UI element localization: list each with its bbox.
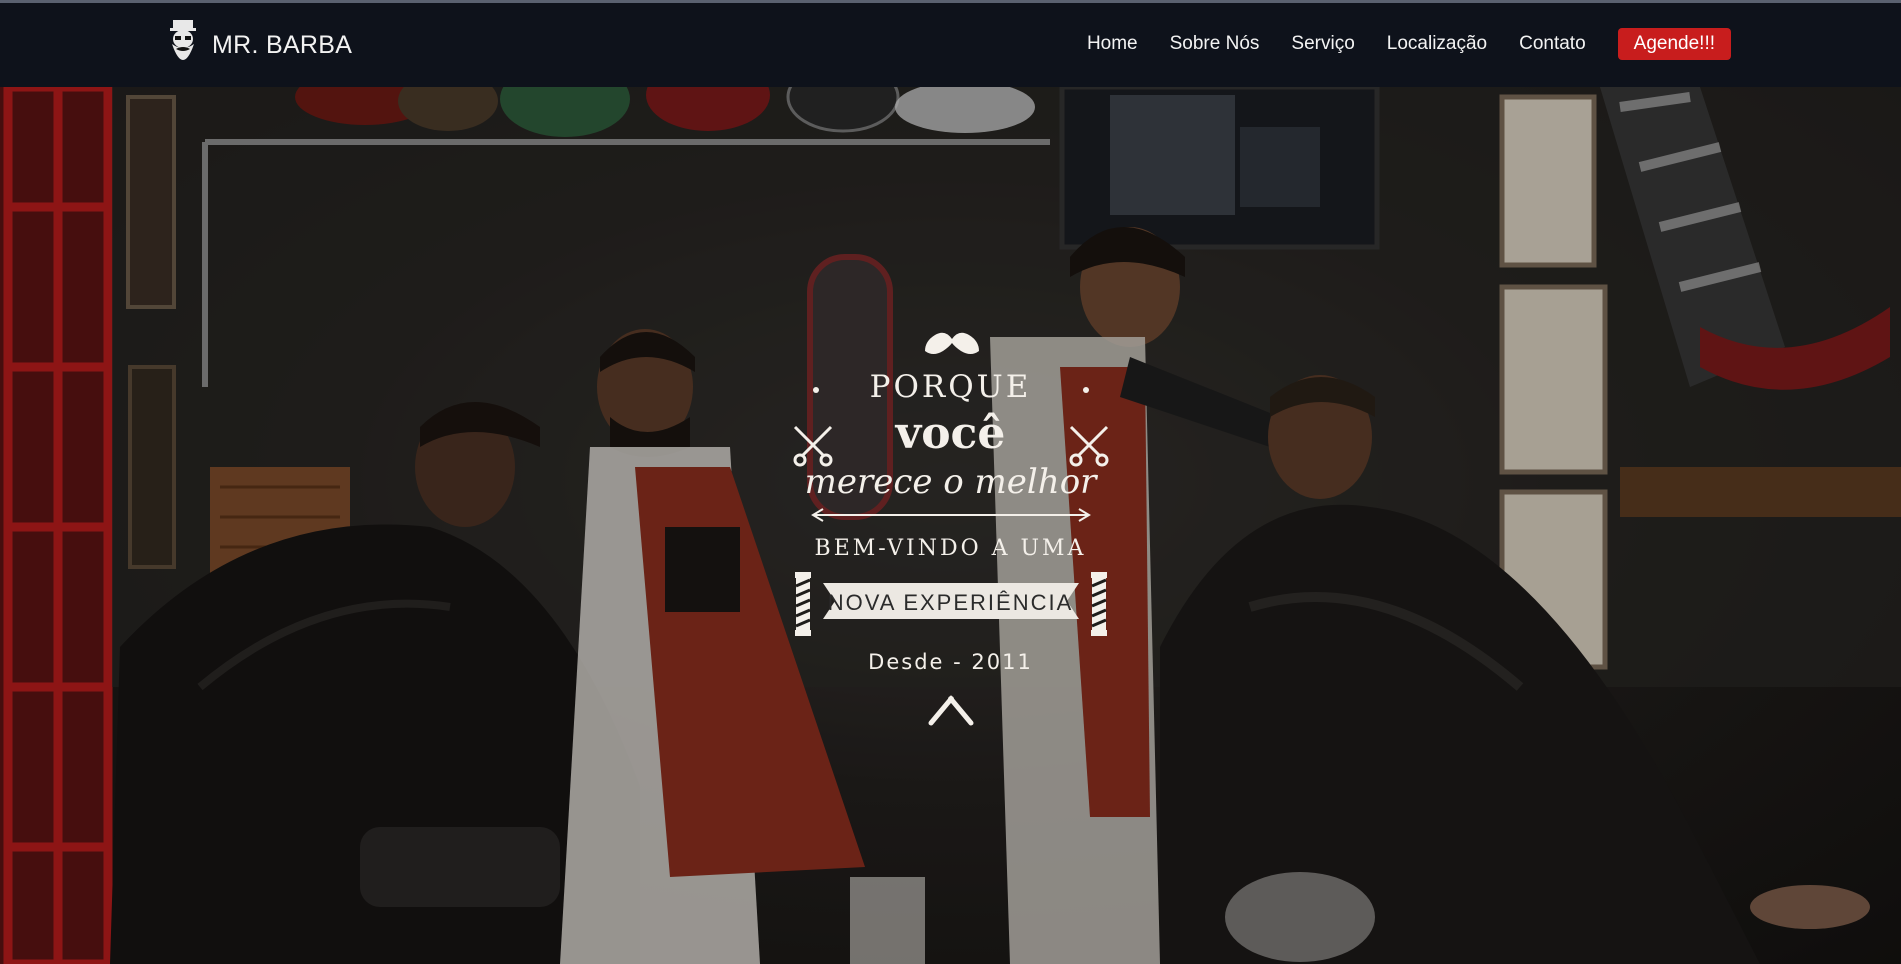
nav-link-sobre-nos[interactable]: Sobre Nós [1170, 33, 1260, 54]
hero-since: Desde - 2011 [868, 650, 1033, 674]
mustache-icon [924, 332, 979, 354]
agende-button[interactable]: Agende!!! [1617, 28, 1731, 60]
hero-line-voce: você [895, 408, 1006, 459]
hero-section: PORQUE você merece o melhor BEM-VINDO A … [0, 87, 1901, 964]
nav-item-sobre: Sobre Nós [1170, 33, 1260, 55]
bearded-man-icon [170, 20, 196, 60]
nav-item-contato: Contato [1519, 33, 1586, 55]
brand-name: MR. BARBA [212, 30, 353, 59]
hero-banner-text: NOVA EXPERIÊNCIA [827, 590, 1074, 615]
navbar: MR. BARBA Home Sobre Nós Serviço Localiz… [0, 3, 1901, 87]
hero-emblem: PORQUE você merece o melhor BEM-VINDO A … [691, 87, 1211, 964]
nav-item-localizacao: Localização [1387, 33, 1487, 55]
nav-menu: Home Sobre Nós Serviço Localização Conta… [1087, 28, 1731, 60]
arrow-divider [810, 508, 1091, 522]
hero-line-porque: PORQUE [869, 369, 1032, 405]
nav-item-home: Home [1087, 33, 1138, 55]
nav-item-servico: Serviço [1291, 33, 1354, 55]
hero-line-merece: merece o melhor [804, 462, 1097, 502]
nav-link-home[interactable]: Home [1087, 33, 1138, 54]
brand-link[interactable]: MR. BARBA [168, 17, 352, 73]
nav-link-servico[interactable]: Serviço [1291, 33, 1354, 54]
nav-link-localizacao[interactable]: Localização [1387, 33, 1487, 54]
nav-link-contato[interactable]: Contato [1519, 33, 1586, 54]
hero-line-bemvindo: BEM-VINDO A UMA [814, 536, 1087, 561]
razor-icon [928, 695, 973, 726]
nav-item-cta: Agende!!! [1617, 28, 1731, 60]
